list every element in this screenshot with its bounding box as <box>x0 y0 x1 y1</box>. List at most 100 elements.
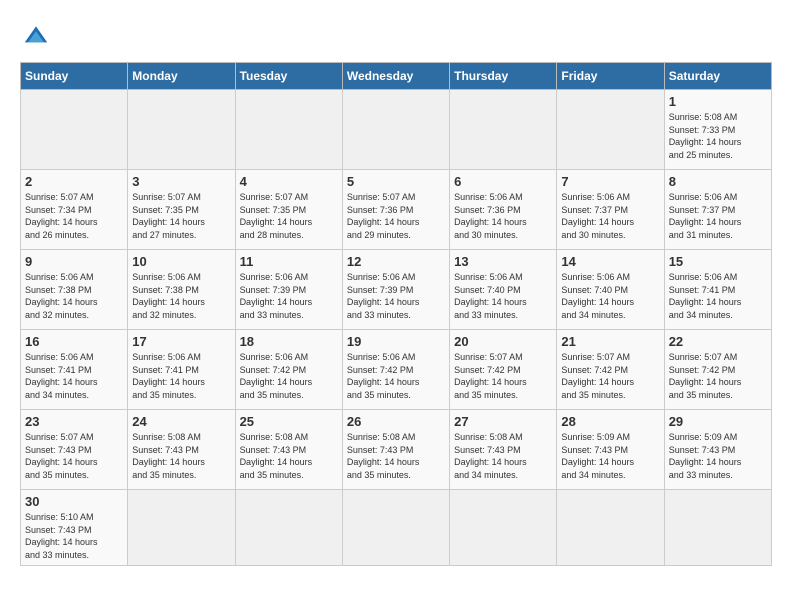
calendar-day-cell: 23 Sunrise: 5:07 AM Sunset: 7:43 PM Dayli… <box>21 410 128 490</box>
calendar-day-cell: 13Sunrise: 5:06 AM Sunset: 7:40 PM Dayli… <box>450 250 557 330</box>
calendar-day-cell: 24Sunrise: 5:08 AM Sunset: 7:43 PM Dayli… <box>128 410 235 490</box>
calendar-day-cell <box>342 90 449 170</box>
calendar-day-cell <box>128 490 235 566</box>
day-info: Sunrise: 5:08 AM Sunset: 7:43 PM Dayligh… <box>347 431 445 481</box>
day-number: 25 <box>240 414 338 429</box>
calendar-week-row: 9 Sunrise: 5:06 AM Sunset: 7:38 PM Daylig… <box>21 250 772 330</box>
calendar-day-cell: 29 Sunrise: 5:09 AM Sunset: 7:43 PM Dayli… <box>664 410 771 490</box>
calendar-day-cell: 19Sunrise: 5:06 AM Sunset: 7:42 PM Dayli… <box>342 330 449 410</box>
calendar-day-cell <box>557 90 664 170</box>
calendar-day-cell <box>450 490 557 566</box>
calendar-week-row: 1 Sunrise: 5:08 AM Sunset: 7:33 PM Daylig… <box>21 90 772 170</box>
day-info: Sunrise: 5:07 AM Sunset: 7:42 PM Dayligh… <box>669 351 767 401</box>
day-number: 21 <box>561 334 659 349</box>
calendar-day-cell <box>450 90 557 170</box>
day-number: 29 <box>669 414 767 429</box>
calendar-day-cell: 17Sunrise: 5:06 AM Sunset: 7:41 PM Dayli… <box>128 330 235 410</box>
day-number: 9 <box>25 254 123 269</box>
day-info: Sunrise: 5:06 AM Sunset: 7:39 PM Dayligh… <box>240 271 338 321</box>
calendar-day-cell: 6Sunrise: 5:06 AM Sunset: 7:36 PM Daylig… <box>450 170 557 250</box>
weekday-header: Friday <box>557 63 664 90</box>
day-number: 1 <box>669 94 767 109</box>
day-info: Sunrise: 5:06 AM Sunset: 7:42 PM Dayligh… <box>347 351 445 401</box>
weekday-header: Monday <box>128 63 235 90</box>
day-info: Sunrise: 5:06 AM Sunset: 7:39 PM Dayligh… <box>347 271 445 321</box>
calendar-day-cell: 20Sunrise: 5:07 AM Sunset: 7:42 PM Dayli… <box>450 330 557 410</box>
day-info: Sunrise: 5:08 AM Sunset: 7:43 PM Dayligh… <box>240 431 338 481</box>
day-info: Sunrise: 5:08 AM Sunset: 7:43 PM Dayligh… <box>454 431 552 481</box>
day-info: Sunrise: 5:07 AM Sunset: 7:42 PM Dayligh… <box>561 351 659 401</box>
calendar-day-cell: 15Sunrise: 5:06 AM Sunset: 7:41 PM Dayli… <box>664 250 771 330</box>
day-number: 27 <box>454 414 552 429</box>
calendar-day-cell: 2 Sunrise: 5:07 AM Sunset: 7:34 PM Daylig… <box>21 170 128 250</box>
calendar-day-cell: 21 Sunrise: 5:07 AM Sunset: 7:42 PM Dayli… <box>557 330 664 410</box>
day-number: 4 <box>240 174 338 189</box>
weekday-header: Thursday <box>450 63 557 90</box>
calendar-table: SundayMondayTuesdayWednesdayThursdayFrid… <box>20 62 772 566</box>
day-number: 12 <box>347 254 445 269</box>
calendar-day-cell: 30Sunrise: 5:10 AM Sunset: 7:43 PM Dayli… <box>21 490 128 566</box>
calendar-day-cell: 22Sunrise: 5:07 AM Sunset: 7:42 PM Dayli… <box>664 330 771 410</box>
day-info: Sunrise: 5:07 AM Sunset: 7:35 PM Dayligh… <box>132 191 230 241</box>
day-info: Sunrise: 5:07 AM Sunset: 7:36 PM Dayligh… <box>347 191 445 241</box>
day-number: 15 <box>669 254 767 269</box>
day-number: 28 <box>561 414 659 429</box>
day-info: Sunrise: 5:06 AM Sunset: 7:38 PM Dayligh… <box>132 271 230 321</box>
day-number: 26 <box>347 414 445 429</box>
day-info: Sunrise: 5:06 AM Sunset: 7:40 PM Dayligh… <box>561 271 659 321</box>
weekday-row: SundayMondayTuesdayWednesdayThursdayFrid… <box>21 63 772 90</box>
calendar-day-cell <box>664 490 771 566</box>
calendar-day-cell: 25 Sunrise: 5:08 AM Sunset: 7:43 PM Dayli… <box>235 410 342 490</box>
calendar-day-cell: 4 Sunrise: 5:07 AM Sunset: 7:35 PM Daylig… <box>235 170 342 250</box>
day-number: 18 <box>240 334 338 349</box>
day-number: 3 <box>132 174 230 189</box>
day-number: 16 <box>25 334 123 349</box>
calendar-day-cell: 12 Sunrise: 5:06 AM Sunset: 7:39 PM Dayli… <box>342 250 449 330</box>
calendar-day-cell <box>342 490 449 566</box>
day-number: 11 <box>240 254 338 269</box>
day-info: Sunrise: 5:06 AM Sunset: 7:38 PM Dayligh… <box>25 271 123 321</box>
day-info: Sunrise: 5:08 AM Sunset: 7:43 PM Dayligh… <box>132 431 230 481</box>
calendar-day-cell <box>557 490 664 566</box>
day-info: Sunrise: 5:06 AM Sunset: 7:37 PM Dayligh… <box>669 191 767 241</box>
calendar-day-cell: 10 Sunrise: 5:06 AM Sunset: 7:38 PM Dayli… <box>128 250 235 330</box>
calendar-day-cell: 7 Sunrise: 5:06 AM Sunset: 7:37 PM Daylig… <box>557 170 664 250</box>
day-number: 7 <box>561 174 659 189</box>
day-number: 14 <box>561 254 659 269</box>
calendar-day-cell: 28 Sunrise: 5:09 AM Sunset: 7:43 PM Dayli… <box>557 410 664 490</box>
day-info: Sunrise: 5:06 AM Sunset: 7:40 PM Dayligh… <box>454 271 552 321</box>
calendar-body: 1 Sunrise: 5:08 AM Sunset: 7:33 PM Daylig… <box>21 90 772 566</box>
calendar-week-row: 2 Sunrise: 5:07 AM Sunset: 7:34 PM Daylig… <box>21 170 772 250</box>
day-info: Sunrise: 5:07 AM Sunset: 7:34 PM Dayligh… <box>25 191 123 241</box>
calendar-day-cell: 9 Sunrise: 5:06 AM Sunset: 7:38 PM Daylig… <box>21 250 128 330</box>
day-info: Sunrise: 5:06 AM Sunset: 7:36 PM Dayligh… <box>454 191 552 241</box>
day-info: Sunrise: 5:08 AM Sunset: 7:33 PM Dayligh… <box>669 111 767 161</box>
calendar-day-cell: 5Sunrise: 5:07 AM Sunset: 7:36 PM Daylig… <box>342 170 449 250</box>
weekday-header: Saturday <box>664 63 771 90</box>
day-info: Sunrise: 5:07 AM Sunset: 7:35 PM Dayligh… <box>240 191 338 241</box>
day-number: 23 <box>25 414 123 429</box>
day-info: Sunrise: 5:06 AM Sunset: 7:42 PM Dayligh… <box>240 351 338 401</box>
weekday-header: Tuesday <box>235 63 342 90</box>
day-info: Sunrise: 5:09 AM Sunset: 7:43 PM Dayligh… <box>561 431 659 481</box>
day-number: 10 <box>132 254 230 269</box>
day-number: 8 <box>669 174 767 189</box>
calendar-day-cell: 3 Sunrise: 5:07 AM Sunset: 7:35 PM Daylig… <box>128 170 235 250</box>
calendar-day-cell: 11 Sunrise: 5:06 AM Sunset: 7:39 PM Dayli… <box>235 250 342 330</box>
calendar-day-cell: 8 Sunrise: 5:06 AM Sunset: 7:37 PM Daylig… <box>664 170 771 250</box>
calendar-week-row: 16 Sunrise: 5:06 AM Sunset: 7:41 PM Dayli… <box>21 330 772 410</box>
day-info: Sunrise: 5:06 AM Sunset: 7:41 PM Dayligh… <box>25 351 123 401</box>
day-info: Sunrise: 5:06 AM Sunset: 7:37 PM Dayligh… <box>561 191 659 241</box>
day-info: Sunrise: 5:09 AM Sunset: 7:43 PM Dayligh… <box>669 431 767 481</box>
day-number: 2 <box>25 174 123 189</box>
calendar-day-cell: 26 Sunrise: 5:08 AM Sunset: 7:43 PM Dayli… <box>342 410 449 490</box>
calendar-header: SundayMondayTuesdayWednesdayThursdayFrid… <box>21 63 772 90</box>
calendar-day-cell: 27 Sunrise: 5:08 AM Sunset: 7:43 PM Dayli… <box>450 410 557 490</box>
day-number: 17 <box>132 334 230 349</box>
logo-icon <box>20 20 52 52</box>
calendar-day-cell <box>235 90 342 170</box>
page-header <box>20 20 772 52</box>
day-info: Sunrise: 5:10 AM Sunset: 7:43 PM Dayligh… <box>25 511 123 561</box>
day-number: 20 <box>454 334 552 349</box>
day-info: Sunrise: 5:07 AM Sunset: 7:43 PM Dayligh… <box>25 431 123 481</box>
